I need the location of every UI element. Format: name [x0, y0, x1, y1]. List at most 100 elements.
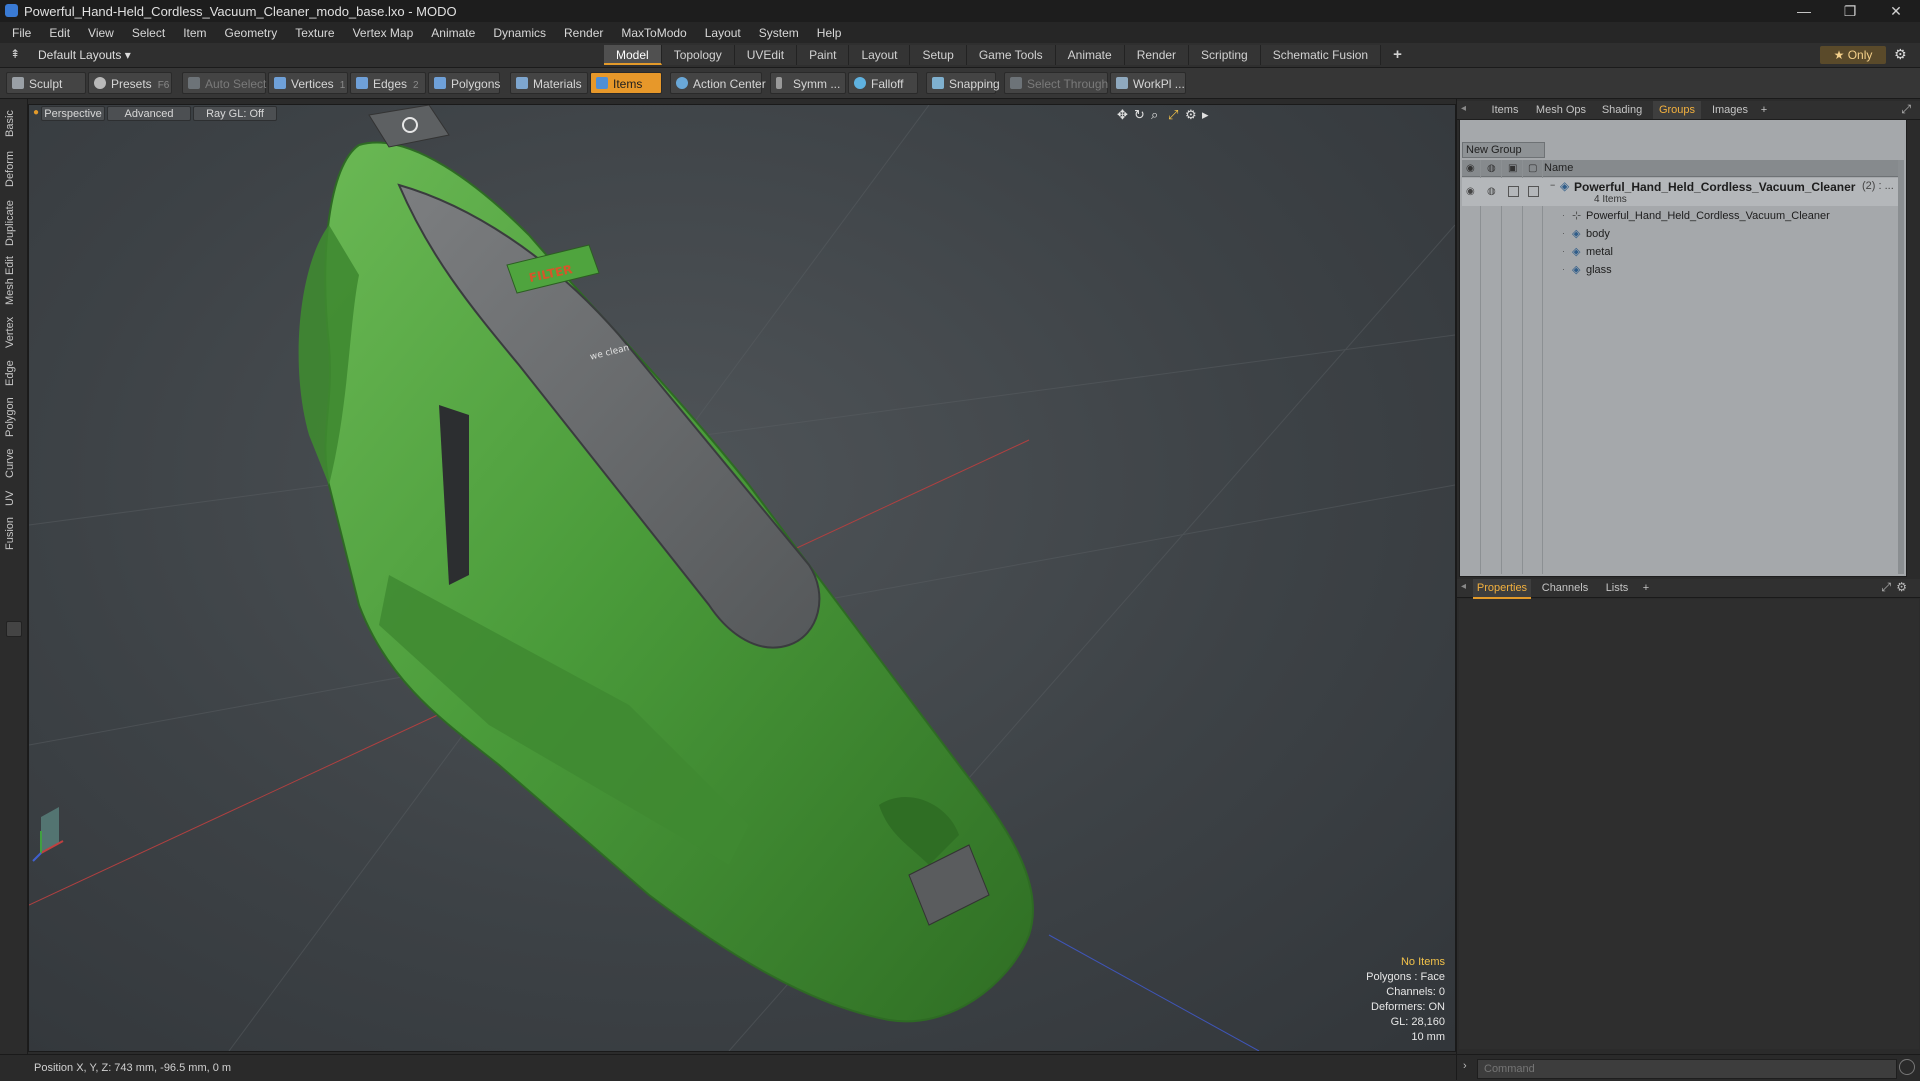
- menu-select[interactable]: Select: [123, 26, 174, 40]
- menu-geometry[interactable]: Geometry: [216, 26, 287, 40]
- new-group-button[interactable]: New Group: [1462, 142, 1545, 158]
- tab-schematic-fusion[interactable]: Schematic Fusion: [1260, 45, 1382, 65]
- tab-game-tools[interactable]: Game Tools: [966, 45, 1056, 65]
- edges-button[interactable]: Edges 2: [350, 72, 426, 94]
- action-center-button[interactable]: Action Center: [670, 72, 766, 94]
- lock-column-icon[interactable]: ▣: [1508, 163, 1519, 174]
- tab-topology[interactable]: Topology: [661, 45, 735, 65]
- vacuum-model[interactable]: FILTER we clean: [298, 105, 1034, 1023]
- falloff-button[interactable]: Falloff: [848, 72, 918, 94]
- group-row[interactable]: ◉ ◍ − ◈ Powerful_Hand_Held_Cordless_Vacu…: [1462, 178, 1904, 206]
- menu-animate[interactable]: Animate: [422, 26, 484, 40]
- layout-menu-icon[interactable]: ⇞: [10, 47, 20, 61]
- menu-help[interactable]: Help: [808, 26, 851, 40]
- tab-groups[interactable]: Groups: [1653, 101, 1701, 121]
- gear-icon[interactable]: ⚙: [1894, 46, 1907, 63]
- layout-selector[interactable]: Default Layouts ▾: [38, 48, 131, 62]
- tab-model[interactable]: Model: [604, 45, 662, 65]
- properties-gear-icon[interactable]: ⚙: [1896, 580, 1907, 594]
- vtab-deform[interactable]: Deform: [4, 147, 22, 191]
- materials-button[interactable]: Materials: [510, 72, 588, 94]
- properties-menu-icon[interactable]: ◂: [1461, 581, 1466, 592]
- tab-animate[interactable]: Animate: [1055, 45, 1125, 65]
- list-item[interactable]: · ◈ glass: [1462, 262, 1904, 280]
- add-panel-tab-button[interactable]: +: [1757, 101, 1771, 119]
- select-column-icon[interactable]: ▢: [1528, 163, 1539, 174]
- tab-layout[interactable]: Layout: [849, 45, 911, 65]
- collapse-icon[interactable]: −: [1550, 180, 1555, 190]
- tab-paint[interactable]: Paint: [797, 45, 850, 65]
- menu-file[interactable]: File: [0, 26, 40, 40]
- list-item[interactable]: · ◈ metal: [1462, 244, 1904, 262]
- advanced-button[interactable]: Advanced: [107, 106, 191, 121]
- list-item[interactable]: · ◈ body: [1462, 226, 1904, 244]
- workplane-button[interactable]: WorkPl ...: [1110, 72, 1186, 94]
- command-run-icon[interactable]: [1899, 1059, 1915, 1075]
- perspective-button[interactable]: Perspective: [41, 106, 105, 121]
- properties-expand-icon[interactable]: ⤢: [1881, 580, 1891, 595]
- symmetry-button[interactable]: Symm ...: [770, 72, 846, 94]
- minimize-button[interactable]: —: [1782, 0, 1826, 22]
- vtab-polygon[interactable]: Polygon: [4, 395, 22, 439]
- tab-items[interactable]: Items: [1483, 101, 1527, 119]
- select-checkbox[interactable]: [1528, 186, 1539, 197]
- vertices-button[interactable]: Vertices 1: [268, 72, 348, 94]
- tab-channels[interactable]: Channels: [1537, 579, 1593, 597]
- vtab-uv[interactable]: UV: [4, 487, 22, 509]
- restore-button[interactable]: ❐: [1828, 0, 1872, 22]
- 3d-viewport[interactable]: FILTER we clean ● Perspective Advanced R…: [28, 104, 1456, 1052]
- menu-edit[interactable]: Edit: [40, 26, 79, 40]
- vtab-vertex[interactable]: Vertex: [4, 313, 22, 351]
- vtab-mesh-edit[interactable]: Mesh Edit: [4, 255, 22, 307]
- render-icon[interactable]: ◍: [1487, 186, 1498, 197]
- tab-uvedit[interactable]: UVEdit: [734, 45, 798, 65]
- tab-properties[interactable]: Properties: [1473, 579, 1531, 599]
- menu-view[interactable]: View: [79, 26, 123, 40]
- tab-scripting[interactable]: Scripting: [1189, 45, 1261, 65]
- menu-system[interactable]: System: [750, 26, 808, 40]
- menu-item[interactable]: Item: [174, 26, 215, 40]
- tab-shading[interactable]: Shading: [1595, 101, 1649, 119]
- polygons-button[interactable]: Polygons: [428, 72, 500, 94]
- tab-lists[interactable]: Lists: [1597, 579, 1637, 597]
- visibility-column-icon[interactable]: ◉: [1466, 163, 1477, 174]
- eye-icon[interactable]: ◉: [1466, 186, 1477, 197]
- vtab-duplicate[interactable]: Duplicate: [4, 197, 22, 249]
- zoom-icon[interactable]: ⌕: [1151, 107, 1158, 123]
- fit-view-icon[interactable]: ⤢: [1168, 107, 1178, 123]
- close-button[interactable]: ✕: [1874, 0, 1918, 22]
- render-column-icon[interactable]: ◍: [1487, 163, 1498, 174]
- panel-menu-icon[interactable]: ◂: [1461, 103, 1466, 114]
- command-history-icon[interactable]: ›: [1463, 1060, 1467, 1072]
- vtab-curve[interactable]: Curve: [4, 445, 22, 481]
- sculpt-button[interactable]: Sculpt: [6, 72, 86, 94]
- viewport-expand-icon[interactable]: ▸: [1202, 107, 1209, 123]
- tab-images[interactable]: Images: [1705, 101, 1755, 119]
- menu-texture[interactable]: Texture: [286, 26, 343, 40]
- expand-tools-button[interactable]: [6, 621, 22, 637]
- add-tab-button[interactable]: +: [1381, 45, 1414, 65]
- add-properties-tab-button[interactable]: +: [1639, 579, 1653, 597]
- lock-checkbox[interactable]: [1508, 186, 1519, 197]
- panel-expand-icon[interactable]: ⤢: [1901, 102, 1911, 117]
- tab-render[interactable]: Render: [1124, 45, 1190, 65]
- vtab-fusion[interactable]: Fusion: [4, 515, 22, 551]
- tab-setup[interactable]: Setup: [910, 45, 967, 65]
- menu-layout[interactable]: Layout: [696, 26, 750, 40]
- raygl-button[interactable]: Ray GL: Off: [193, 106, 277, 121]
- presets-button[interactable]: Presets F6: [88, 72, 172, 94]
- menu-vertex-map[interactable]: Vertex Map: [344, 26, 423, 40]
- tab-mesh-ops[interactable]: Mesh Ops: [1531, 101, 1591, 119]
- only-button[interactable]: ★ Only: [1820, 46, 1886, 64]
- rotate-icon[interactable]: ↻: [1134, 107, 1145, 123]
- menu-maxtomodo[interactable]: MaxToModo: [612, 26, 695, 40]
- viewport-menu-icon[interactable]: ●: [33, 107, 39, 118]
- items-button[interactable]: Items: [590, 72, 662, 94]
- name-column-header[interactable]: Name: [1544, 162, 1573, 174]
- command-input[interactable]: [1477, 1059, 1897, 1079]
- viewport-gear-icon[interactable]: ⚙: [1185, 107, 1197, 123]
- select-through-button[interactable]: Select Through: [1004, 72, 1108, 94]
- vtab-edge[interactable]: Edge: [4, 357, 22, 389]
- pan-icon[interactable]: ✥: [1117, 107, 1128, 123]
- snapping-button[interactable]: Snapping: [926, 72, 1000, 94]
